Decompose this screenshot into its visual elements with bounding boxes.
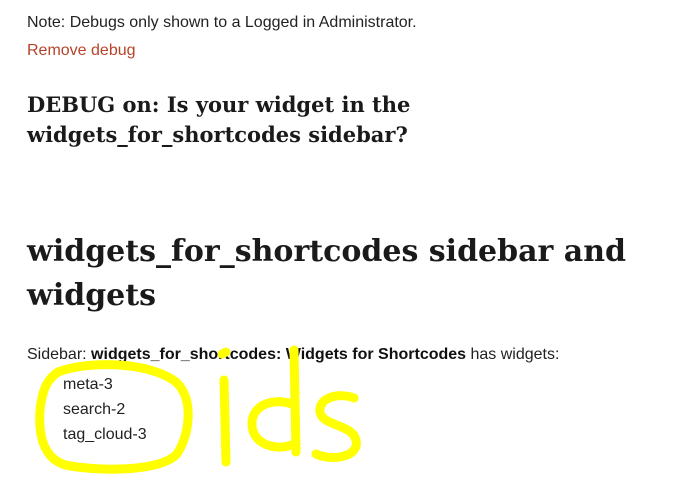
scribble-d-bowl xyxy=(247,397,299,452)
sidebar-info: Sidebar: widgets_for_shortcodes: Widgets… xyxy=(27,345,559,365)
page-title-line-1: widgets_for_shortcodes sidebar and xyxy=(27,234,627,269)
list-item: search-2 xyxy=(63,401,126,418)
list-item: meta-3 xyxy=(63,376,113,393)
scribble-i-stem xyxy=(219,375,231,467)
remove-debug-link[interactable]: Remove debug xyxy=(27,41,136,61)
page-title-line-2: widgets xyxy=(27,278,157,313)
list-item: tag_cloud-3 xyxy=(63,426,147,443)
sidebar-suffix: has widgets: xyxy=(466,346,560,363)
debug-note: Note: Debugs only shown to a Logged in A… xyxy=(27,14,417,31)
debug-heading-line-1: DEBUG on: Is your widget in the xyxy=(27,92,411,117)
page-title: widgets_for_shortcodes sidebar and widge… xyxy=(27,230,667,318)
debug-heading: DEBUG on: Is your widget in the widgets_… xyxy=(27,90,647,150)
debug-heading-line-2: widgets_for_shortcodes sidebar? xyxy=(27,122,408,147)
sidebar-name: widgets_for_shortcodes: Widgets for Shor… xyxy=(91,346,467,363)
scribble-s xyxy=(311,391,361,462)
widget-list: meta-3 search-2 tag_cloud-3 xyxy=(63,372,147,447)
sidebar-prefix: Sidebar: xyxy=(27,346,92,363)
scribble-d-stem xyxy=(289,345,301,457)
